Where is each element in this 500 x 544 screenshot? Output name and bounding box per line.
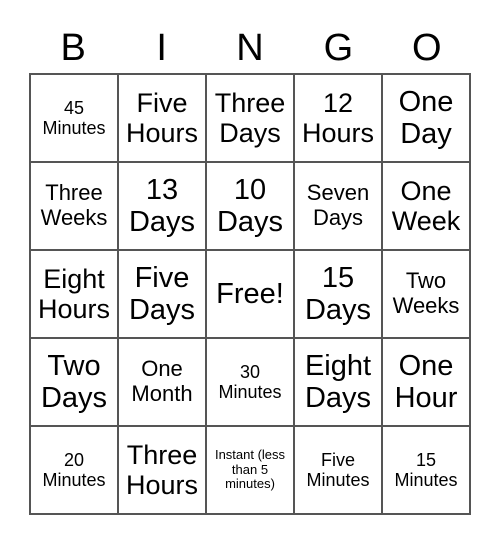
cell-label: Two Weeks	[392, 268, 460, 318]
cell-label: Free!	[216, 277, 284, 310]
cell-label: 10 Days	[216, 173, 284, 238]
cell-label: One Week	[391, 175, 461, 236]
cell-label: 45 Minutes	[42, 97, 106, 138]
bingo-cell[interactable]: 20 Minutes	[30, 426, 118, 514]
cell-label: 12 Hours	[301, 87, 375, 148]
bingo-cell[interactable]: Two Weeks	[382, 250, 470, 338]
header-letter-g: G	[323, 27, 354, 69]
cell-label: Seven Days	[306, 180, 370, 230]
bingo-cell[interactable]: 15 Days	[294, 250, 382, 338]
cell-label: One Day	[398, 85, 454, 150]
cell-label: Five Days	[128, 261, 196, 326]
cell-label: 15 Minutes	[394, 449, 458, 490]
bingo-cell[interactable]: Seven Days	[294, 162, 382, 250]
bingo-cell[interactable]: One Day	[382, 74, 470, 162]
bingo-cell[interactable]: Three Days	[206, 74, 294, 162]
bingo-grid: 45 Minutes Five Hours Three Days 12 Hours On…	[29, 73, 471, 515]
bingo-cell[interactable]: Eight Days	[294, 338, 382, 426]
cell-label: Two Days	[40, 349, 108, 414]
header-letter-b: B	[60, 27, 86, 69]
cell-label: One Month	[131, 356, 193, 406]
bingo-cell[interactable]: One Hour	[382, 338, 470, 426]
bingo-cell[interactable]: Two Days	[30, 338, 118, 426]
bingo-cell[interactable]: Free!	[206, 250, 294, 338]
cell-label: Eight Days	[304, 349, 372, 414]
cell-label: One Hour	[394, 349, 458, 414]
cell-label: Five Hours	[125, 87, 199, 148]
cell-label: 15 Days	[304, 261, 372, 326]
bingo-cell[interactable]: 13 Days	[118, 162, 206, 250]
cell-label: Eight Hours	[37, 263, 111, 324]
header-letter-i: I	[156, 27, 167, 69]
bingo-cell[interactable]: Five Days	[118, 250, 206, 338]
bingo-header: B I N G O	[29, 26, 471, 70]
cell-label: Five Minutes	[306, 449, 370, 490]
cell-label: 30 Minutes	[218, 361, 282, 402]
bingo-cell[interactable]: Instant (less than 5 minutes)	[206, 426, 294, 514]
bingo-cell[interactable]: One Month	[118, 338, 206, 426]
bingo-cell[interactable]: Eight Hours	[30, 250, 118, 338]
cell-label: Three Days	[214, 87, 286, 148]
header-letter-o: O	[412, 27, 442, 69]
cell-label: Three Hours	[125, 439, 199, 500]
bingo-cell[interactable]: Five Hours	[118, 74, 206, 162]
bingo-cell[interactable]: Five Minutes	[294, 426, 382, 514]
bingo-cell[interactable]: 15 Minutes	[382, 426, 470, 514]
bingo-cell[interactable]: One Week	[382, 162, 470, 250]
bingo-cell[interactable]: Three Hours	[118, 426, 206, 514]
bingo-cell[interactable]: 12 Hours	[294, 74, 382, 162]
header-letter-n: N	[236, 27, 264, 69]
bingo-cell[interactable]: 45 Minutes	[30, 74, 118, 162]
cell-label: 20 Minutes	[42, 449, 106, 490]
bingo-cell[interactable]: 10 Days	[206, 162, 294, 250]
cell-label: 13 Days	[128, 173, 196, 238]
cell-label: Instant (less than 5 minutes)	[214, 447, 286, 492]
bingo-cell[interactable]: 30 Minutes	[206, 338, 294, 426]
cell-label: Three Weeks	[40, 180, 108, 230]
bingo-cell[interactable]: Three Weeks	[30, 162, 118, 250]
